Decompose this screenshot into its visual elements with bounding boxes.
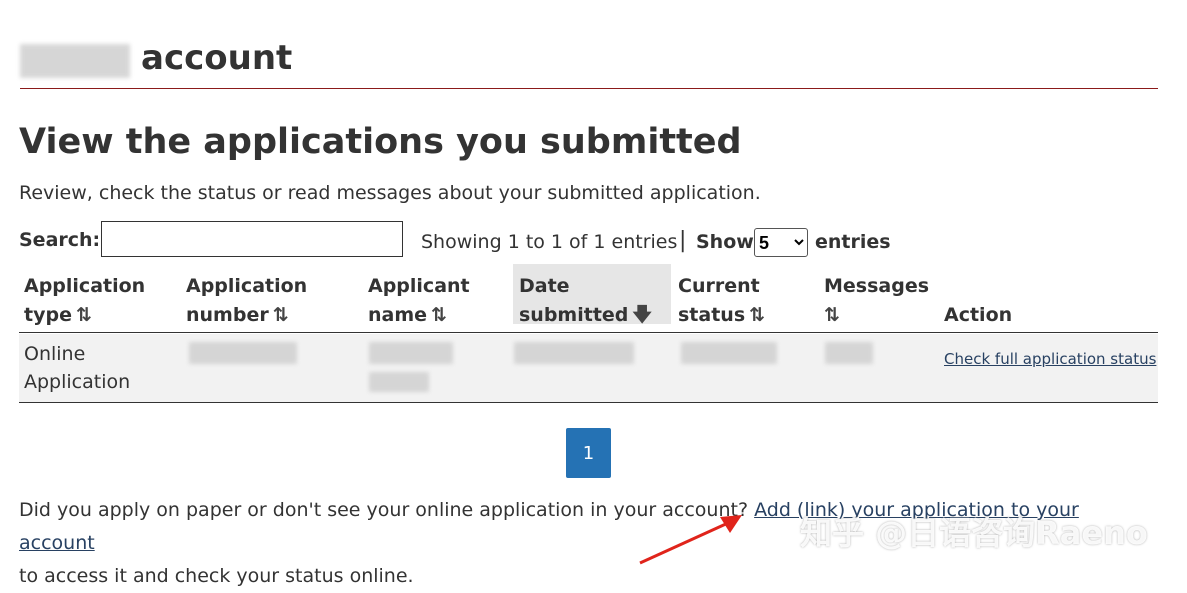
col-messages[interactable]: Messages ⇅ <box>824 272 929 330</box>
check-status-link[interactable]: Check full application status <box>944 350 1156 368</box>
entries-select[interactable]: 5 <box>754 228 808 257</box>
sort-desc-icon: 🡇 <box>632 304 652 326</box>
separator: | <box>679 228 687 253</box>
page-1-button[interactable]: 1 <box>566 428 611 478</box>
watermark: 知乎 @日语咨询Raeno <box>800 514 1148 552</box>
redacted-applicant-name <box>369 342 453 364</box>
table-header: Application type ⇅ Application number ⇅ Ap… <box>19 264 1158 333</box>
cell-application-type: Online Application <box>24 343 131 393</box>
redacted-application-number <box>189 342 297 364</box>
search-label: Search: <box>19 229 101 251</box>
sort-icon: ⇅ <box>431 304 447 326</box>
redacted-messages <box>825 342 873 364</box>
col-current-status[interactable]: Current status ⇅ <box>678 272 765 330</box>
red-arrow-annotation <box>639 515 742 565</box>
col-date-submitted[interactable]: Date submitted 🡇 <box>513 264 671 326</box>
sort-icon: ⇅ <box>272 304 289 326</box>
sort-icon: ⇅ <box>824 304 840 326</box>
col-application-number[interactable]: Application number ⇅ <box>186 272 307 330</box>
redacted-date-submitted <box>514 342 634 364</box>
sort-icon: ⇅ <box>749 304 766 326</box>
entries-info: Showing 1 to 1 of 1 entries <box>421 231 678 253</box>
header-title: account <box>141 38 293 78</box>
page-subtitle: Review, check the status or read message… <box>19 182 761 204</box>
table-row: Online Application Check full applicatio… <box>19 334 1158 403</box>
page-title: View the applications you submitted <box>19 122 742 162</box>
redacted-name <box>20 44 130 78</box>
col-action: Action <box>944 304 1013 326</box>
entries-label: entries <box>815 231 891 253</box>
show-label: Show <box>696 231 754 253</box>
sort-icon: ⇅ <box>75 304 92 326</box>
redacted-applicant-name-2 <box>369 372 429 392</box>
search-input[interactable] <box>101 221 403 257</box>
col-application-type[interactable]: Application type ⇅ <box>24 272 145 330</box>
redacted-current-status <box>681 342 777 364</box>
account-header: account <box>20 36 1158 89</box>
col-applicant-name[interactable]: Applicant name ⇅ <box>368 272 470 330</box>
